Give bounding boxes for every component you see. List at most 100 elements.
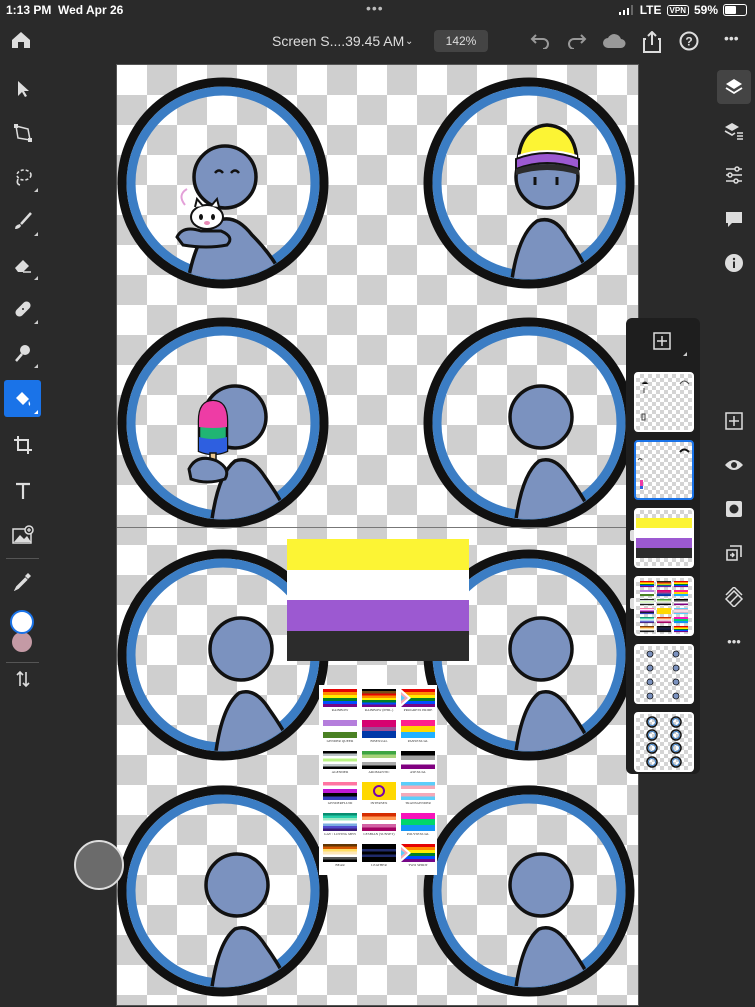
mini-flag-stripe <box>657 602 671 604</box>
nonbinary-flag[interactable] <box>287 539 469 661</box>
mini-flag-stripe <box>657 584 671 586</box>
layer-thumbnail-1[interactable] <box>634 372 694 432</box>
mini-flag-stripe <box>674 582 688 584</box>
icon-circle-8 <box>423 785 635 997</box>
select-tool[interactable] <box>4 70 41 107</box>
pride-flag-label: GENDERFLUID <box>327 801 353 805</box>
more-options-icon[interactable]: ••• <box>717 624 751 658</box>
mini-flag-stripe <box>674 630 688 632</box>
pride-flag-label: INTERSEX <box>370 801 388 805</box>
battery-percent: 59% <box>693 3 718 17</box>
foreground-color-swatch[interactable] <box>10 610 34 634</box>
cloud-icon[interactable] <box>602 33 626 54</box>
layer-thumbnail-4[interactable] <box>634 576 694 636</box>
mini-flag-stripe <box>657 627 671 629</box>
layer-properties-icon <box>724 123 743 140</box>
mini-flag-stripe <box>674 600 688 603</box>
layer-thumbnail-6[interactable] <box>634 712 694 772</box>
clear-button[interactable] <box>717 580 751 614</box>
multitasking-dots[interactable]: ••• <box>366 0 384 16</box>
more-icon[interactable]: ••• <box>724 30 739 46</box>
pride-flags-reference[interactable]: RAINBOW RAINBOW (PHIL.) PROGRESS PRIDE GEND… <box>319 685 437 875</box>
left-toolbar <box>0 66 45 1007</box>
eraser-tool[interactable] <box>4 246 41 283</box>
layers-panel <box>626 318 700 774</box>
transform-tool[interactable] <box>4 114 41 151</box>
eyedropper-tool[interactable] <box>4 562 41 599</box>
icon-circle-7 <box>117 785 329 997</box>
comments-button[interactable] <box>717 202 751 236</box>
mini-flag-stripe <box>640 629 654 631</box>
help-icon[interactable]: ? <box>679 31 699 56</box>
visibility-icon <box>725 460 743 470</box>
add-layer-icon[interactable] <box>653 332 671 355</box>
mini-flag-stripe <box>657 583 671 585</box>
pride-flag-label: GENDER QUEER <box>326 739 354 743</box>
mini-flag-stripe <box>640 581 654 583</box>
canvas[interactable]: RAINBOW RAINBOW (PHIL.) PROGRESS PRIDE GEND… <box>116 64 639 1006</box>
mini-flag-stripe <box>674 617 688 620</box>
mask-icon <box>726 501 742 517</box>
pride-flag-label: PROGRESS PRIDE <box>403 708 433 712</box>
home-icon[interactable] <box>10 30 32 55</box>
signal-icon <box>618 5 633 15</box>
arrange-button[interactable] <box>717 536 751 570</box>
info-button[interactable] <box>717 246 751 280</box>
nonbinary-flag-stripe <box>287 539 469 570</box>
touch-shortcut-button[interactable] <box>74 840 124 890</box>
share-icon[interactable] <box>642 30 662 58</box>
mini-flag-stripe <box>640 590 654 593</box>
pride-flag-swatch <box>362 751 396 769</box>
mini-flag-stripe <box>674 629 688 631</box>
mini-flag-stripe <box>657 601 671 603</box>
brush-tool[interactable] <box>4 202 41 239</box>
status-date: Wed Apr 26 <box>58 3 124 17</box>
layer-thumbnail-5[interactable] <box>634 644 694 704</box>
lasso-tool[interactable] <box>4 158 41 195</box>
type-tool[interactable] <box>4 472 41 509</box>
undo-icon[interactable] <box>530 31 550 54</box>
layer-properties-button[interactable] <box>717 114 751 148</box>
mini-flag-stripe <box>640 604 654 606</box>
mask-button[interactable] <box>717 492 751 526</box>
redo-icon[interactable] <box>567 31 587 54</box>
visibility-button[interactable] <box>717 448 751 482</box>
pride-flag-label: BISEXUAL <box>370 739 388 743</box>
smudge-icon <box>14 344 30 362</box>
add-layer-button[interactable] <box>717 404 751 438</box>
healing-tool[interactable] <box>4 290 41 327</box>
mini-flag-stripe <box>640 617 654 618</box>
zoom-level[interactable]: 142% <box>434 30 488 52</box>
pride-flag-item: INTERSEX <box>361 782 397 805</box>
mini-flag-stripe <box>657 603 671 606</box>
mini-flag-stripe <box>657 619 671 621</box>
document-title[interactable]: Screen S....39.45 AM <box>272 33 404 49</box>
icon-circle-4 <box>423 317 635 529</box>
icon-circle-1 <box>117 77 329 289</box>
layer-thumbnail-2[interactable] <box>634 440 694 500</box>
mini-flag-stripe <box>674 608 688 610</box>
mini-flag-stripe <box>657 628 671 630</box>
pride-flag-item: GENDERFLUID <box>322 782 358 805</box>
layers-button[interactable] <box>717 70 751 104</box>
mini-flag-stripe <box>674 599 688 601</box>
pride-flag-item: BEAR <box>322 844 358 867</box>
smudge-tool[interactable] <box>4 334 41 371</box>
fill-tool[interactable] <box>4 380 41 417</box>
layer-thumbnail-3[interactable] <box>634 508 694 568</box>
status-bar: 1:13 PM Wed Apr 26 ••• LTE VPN 59% <box>0 0 755 20</box>
swap-colors-button[interactable] <box>4 660 41 697</box>
mini-flag-stripe <box>640 628 654 630</box>
healing-icon <box>14 300 31 317</box>
pride-flag-swatch <box>401 720 435 738</box>
icon-circle-2 <box>423 77 635 289</box>
title-chevron-icon[interactable]: ⌄ <box>405 36 413 47</box>
mini-flag-stripe <box>657 608 671 615</box>
place-image-tool[interactable] <box>4 516 41 553</box>
mini-flag-stripe <box>657 586 671 588</box>
mini-flag-stripe <box>640 584 654 586</box>
clear-icon <box>724 587 744 607</box>
crop-tool[interactable] <box>4 426 41 463</box>
adjustments-button[interactable] <box>717 158 751 192</box>
mini-flag-stripe <box>657 626 671 627</box>
